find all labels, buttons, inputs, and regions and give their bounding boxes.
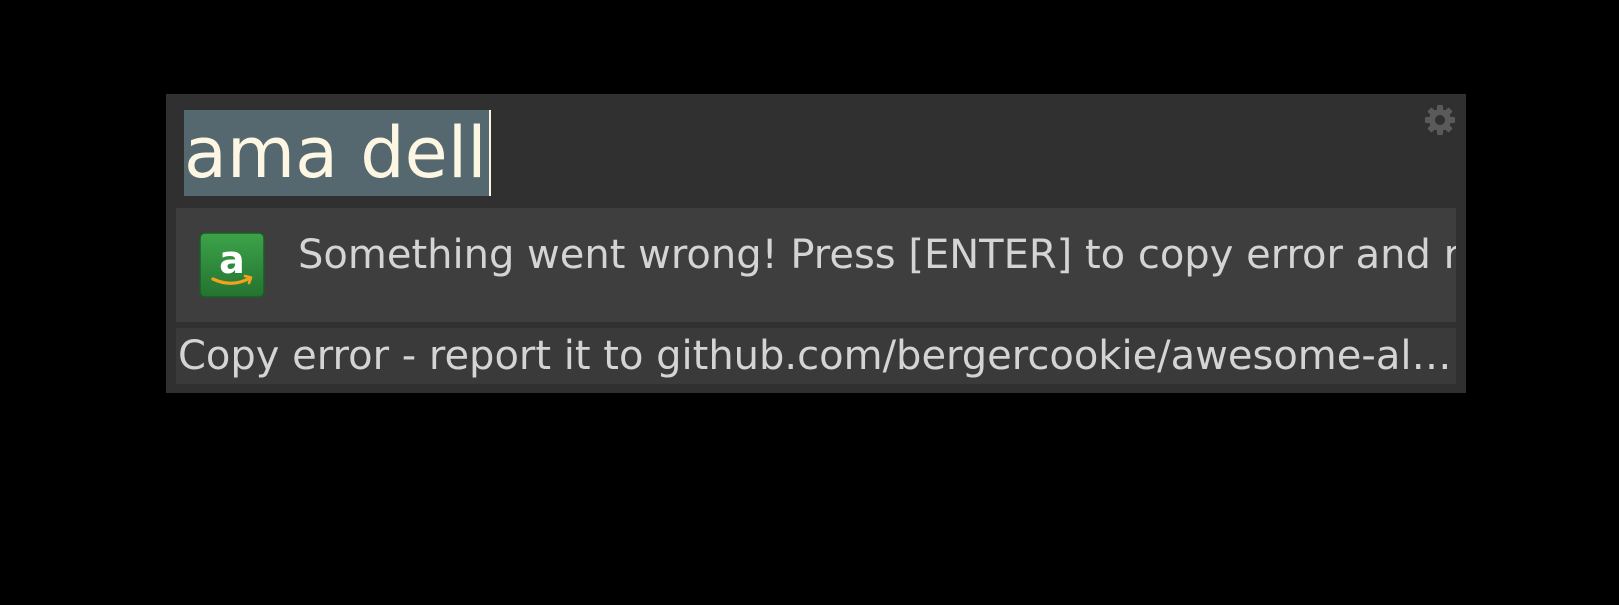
- gear-icon[interactable]: [1424, 104, 1456, 136]
- search-input[interactable]: ama dell: [184, 110, 491, 196]
- search-query-text[interactable]: ama dell: [184, 110, 489, 196]
- amazon-icon: a: [199, 232, 265, 298]
- result-title: Something went wrong! Press [ENTER] to c…: [298, 232, 1456, 278]
- action-item-copy-error[interactable]: Copy error - report it to github.com/ber…: [176, 328, 1456, 384]
- text-caret: [488, 110, 491, 196]
- launcher-window: ama dell a Something went wrong! Press […: [166, 94, 1466, 393]
- svg-text:a: a: [219, 238, 245, 282]
- result-item[interactable]: a Something went wrong! Press [ENTER] to…: [176, 208, 1456, 322]
- action-label: Copy error - report it to github.com/ber…: [178, 333, 1454, 379]
